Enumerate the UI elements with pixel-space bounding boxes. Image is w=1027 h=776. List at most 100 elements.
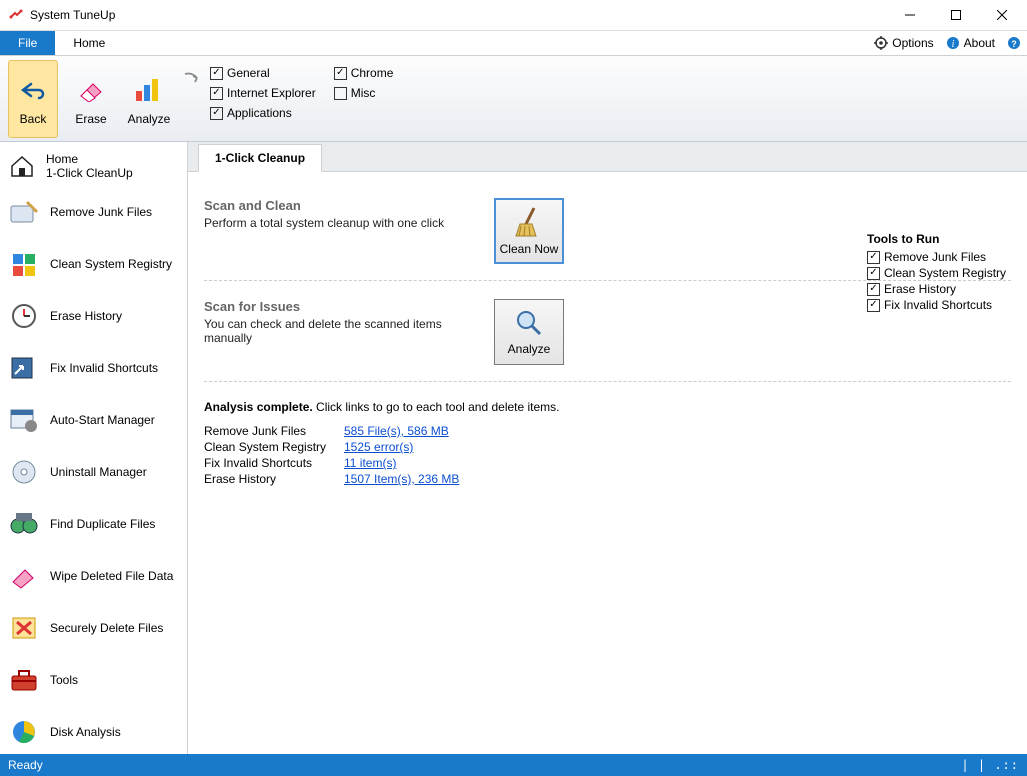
status-text: Ready (8, 758, 43, 772)
checkbox-apps[interactable]: Applications (210, 106, 316, 120)
back-icon (17, 74, 49, 106)
close-button[interactable] (979, 0, 1025, 30)
minimize-button[interactable] (887, 0, 933, 30)
erase-label: Erase (75, 112, 106, 126)
help-link[interactable]: ? (1001, 31, 1027, 55)
chart-icon (133, 74, 165, 106)
home-icon (8, 152, 36, 180)
result-label: Clean System Registry (204, 440, 334, 454)
pie-icon (8, 716, 40, 748)
result-link-registry[interactable]: 1525 error(s) (344, 440, 413, 454)
checkbox-icon (210, 67, 223, 80)
clock-icon (8, 300, 40, 332)
sidebar-item-tools[interactable]: Tools (0, 654, 187, 706)
magnifier-icon (514, 308, 544, 338)
analyze-label: Analyze (128, 112, 171, 126)
tool-checkbox-eh[interactable]: Erase History (867, 282, 1017, 296)
arrow-icon (182, 60, 202, 138)
result-link-history[interactable]: 1507 Item(s), 236 MB (344, 472, 459, 486)
tools-to-run-title: Tools to Run (867, 232, 1017, 246)
sidebar-item-secure-delete[interactable]: Securely Delete Files (0, 602, 187, 654)
about-link[interactable]: i About (940, 31, 1001, 55)
main-panel: 1-Click Cleanup Scan and Clean Perform a… (188, 142, 1027, 754)
sidebar-item-clean-registry[interactable]: Clean System Registry (0, 238, 187, 290)
result-label: Fix Invalid Shortcuts (204, 456, 334, 470)
binoculars-icon (8, 508, 40, 540)
sidebar-item-uninstall[interactable]: Uninstall Manager (0, 446, 187, 498)
sidebar-item-erase-history[interactable]: Erase History (0, 290, 187, 342)
toolbar: Back Erase Analyze General Internet Expl… (0, 56, 1027, 142)
checkbox-icon (867, 267, 880, 280)
statusbar: Ready | | .:: (0, 754, 1027, 776)
checkbox-chrome[interactable]: Chrome (334, 66, 394, 80)
resize-grip[interactable]: | | .:: (961, 758, 1019, 772)
sidebar: Home1-Click CleanUp Remove Junk Files Cl… (0, 142, 188, 754)
menubar: File Home Options i About ? (0, 31, 1027, 56)
tools-to-run-panel: Tools to Run Remove Junk Files Clean Sys… (867, 232, 1017, 314)
svg-text:i: i (951, 39, 954, 50)
menu-file[interactable]: File (0, 31, 55, 55)
tab-1click-cleanup[interactable]: 1-Click Cleanup (198, 144, 322, 172)
checkbox-icon (867, 299, 880, 312)
registry-icon (8, 248, 40, 280)
scan-issues-title: Scan for Issues (204, 299, 474, 314)
back-label: Back (20, 112, 47, 126)
result-link-junk[interactable]: 585 File(s), 586 MB (344, 424, 449, 438)
app-icon (8, 7, 24, 23)
tool-checkbox-csr[interactable]: Clean System Registry (867, 266, 1017, 280)
disc-icon (8, 456, 40, 488)
checkbox-icon (210, 107, 223, 120)
sidebar-item-wipe[interactable]: Wipe Deleted File Data (0, 550, 187, 602)
window-gear-icon (8, 404, 40, 436)
checkbox-icon (210, 87, 223, 100)
tool-checkbox-fis[interactable]: Fix Invalid Shortcuts (867, 298, 1017, 312)
result-label: Remove Junk Files (204, 424, 334, 438)
checkbox-misc[interactable]: Misc (334, 86, 394, 100)
checkbox-ie[interactable]: Internet Explorer (210, 86, 316, 100)
sidebar-item-home[interactable]: Home1-Click CleanUp (0, 146, 187, 186)
clean-now-label: Clean Now (500, 242, 559, 256)
sidebar-item-fix-shortcuts[interactable]: Fix Invalid Shortcuts (0, 342, 187, 394)
scan-clean-title: Scan and Clean (204, 198, 474, 213)
about-label: About (964, 36, 995, 50)
window-title: System TuneUp (30, 8, 887, 22)
analyze-big-button[interactable]: Analyze (494, 299, 564, 365)
gear-icon (874, 36, 888, 50)
checkbox-general[interactable]: General (210, 66, 316, 80)
help-icon: ? (1007, 36, 1021, 50)
eraser-icon (75, 74, 107, 106)
folder-sweep-icon (8, 196, 40, 228)
sidebar-item-duplicates[interactable]: Find Duplicate Files (0, 498, 187, 550)
result-label: Erase History (204, 472, 334, 486)
checkbox-icon (867, 283, 880, 296)
erase-button[interactable]: Erase (66, 60, 116, 138)
sidebar-item-autostart[interactable]: Auto-Start Manager (0, 394, 187, 446)
back-button[interactable]: Back (8, 60, 58, 138)
maximize-button[interactable] (933, 0, 979, 30)
broom-icon (514, 206, 544, 238)
info-icon: i (946, 36, 960, 50)
sidebar-item-disk-analysis[interactable]: Disk Analysis (0, 706, 187, 754)
toolbox-icon (8, 664, 40, 696)
options-label: Options (892, 36, 933, 50)
scan-clean-desc: Perform a total system cleanup with one … (204, 216, 474, 230)
checkbox-icon (334, 67, 347, 80)
analyze-button[interactable]: Analyze (124, 60, 174, 138)
eraser-pink-icon (8, 560, 40, 592)
shortcut-icon (8, 352, 40, 384)
checkbox-icon (867, 251, 880, 264)
checkbox-icon (334, 87, 347, 100)
sidebar-item-remove-junk[interactable]: Remove Junk Files (0, 186, 187, 238)
options-link[interactable]: Options (868, 31, 939, 55)
svg-text:?: ? (1011, 39, 1017, 49)
tabstrip: 1-Click Cleanup (188, 142, 1027, 172)
menu-home[interactable]: Home (55, 31, 123, 55)
scan-issues-desc: You can check and delete the scanned ite… (204, 317, 474, 345)
clean-now-button[interactable]: Clean Now (494, 198, 564, 264)
tool-checkbox-rjf[interactable]: Remove Junk Files (867, 250, 1017, 264)
result-link-shortcuts[interactable]: 11 item(s) (344, 456, 396, 470)
analyze-big-label: Analyze (508, 342, 551, 356)
delete-x-icon (8, 612, 40, 644)
analysis-heading: Analysis complete. Click links to go to … (204, 400, 1011, 414)
titlebar: System TuneUp (0, 0, 1027, 31)
